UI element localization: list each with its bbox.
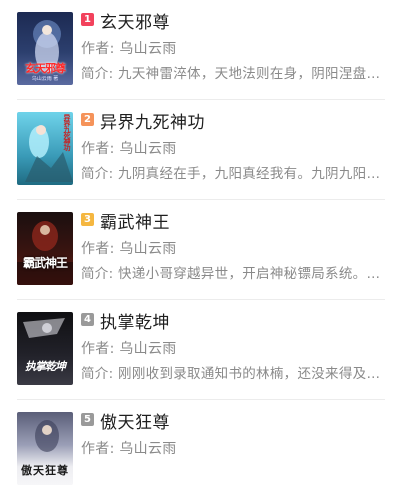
cover-artwork-icon <box>23 318 65 338</box>
rank-badge: 4 <box>81 313 94 326</box>
rank-badge: 5 <box>81 413 94 426</box>
cover-artwork-icon <box>17 221 73 285</box>
book-author: 作者: 乌山云雨 <box>81 441 177 457</box>
book-author: 作者: 乌山云雨 <box>81 341 177 357</box>
book-item-2[interactable]: 异界九死神功 2 异界九死神功 作者: 乌山云雨 简介: 九阴真经在手，九阳真经… <box>0 100 400 200</box>
book-cover[interactable]: 傲天狂尊 <box>17 412 73 485</box>
book-cover[interactable]: 异界九死神功 <box>17 112 73 185</box>
book-ranking-list: 玄天邪尊 乌山云雨 著 1 玄天邪尊 作者: 乌山云雨 简介: 九天神雷淬体，天… <box>0 0 400 500</box>
book-cover[interactable]: 玄天邪尊 乌山云雨 著 <box>17 12 73 85</box>
book-author: 作者: 乌山云雨 <box>81 41 177 57</box>
book-item-3[interactable]: 霸武神王 3 霸武神王 作者: 乌山云雨 简介: 快递小哥穿越异世，开启神秘镖局… <box>0 200 400 300</box>
book-author: 作者: 乌山云雨 <box>81 141 177 157</box>
book-title[interactable]: 霸武神王 <box>100 208 170 233</box>
cover-title: 异界九死神功 <box>63 114 72 150</box>
book-item-1[interactable]: 玄天邪尊 乌山云雨 著 1 玄天邪尊 作者: 乌山云雨 简介: 九天神雷淬体，天… <box>0 0 400 100</box>
book-cover[interactable]: 霸武神王 <box>17 212 73 285</box>
cover-title: 傲天狂尊 <box>21 464 69 477</box>
book-cover[interactable]: 执掌乾坤 <box>17 312 73 385</box>
book-item-4[interactable]: 执掌乾坤 4 执掌乾坤 作者: 乌山云雨 简介: 刚刚收到录取通知书的林楠，还没… <box>0 300 400 400</box>
book-title[interactable]: 执掌乾坤 <box>100 308 170 333</box>
book-summary: 简介: 快递小哥穿越异世，开启神秘镖局系统。… <box>81 266 381 282</box>
rank-badge: 2 <box>81 113 94 126</box>
book-author: 作者: 乌山云雨 <box>81 241 177 257</box>
rank-badge: 3 <box>81 213 94 226</box>
book-item-5[interactable]: 傲天狂尊 5 傲天狂尊 作者: 乌山云雨 <box>0 400 400 500</box>
rank-badge: 1 <box>81 13 94 26</box>
book-title[interactable]: 傲天狂尊 <box>100 408 170 433</box>
cover-author: 乌山云雨 著 <box>31 76 59 82</box>
cover-title: 霸武神王 <box>22 256 68 270</box>
book-summary: 简介: 刚刚收到录取通知书的林楠，还没来得及… <box>81 366 381 382</box>
book-title[interactable]: 异界九死神功 <box>100 108 205 133</box>
cover-title: 玄天邪尊 <box>25 62 66 75</box>
cover-title: 执掌乾坤 <box>25 360 66 373</box>
book-title[interactable]: 玄天邪尊 <box>100 8 170 33</box>
book-summary: 简介: 九阴真经在手，九阳真经我有。九阴九阳… <box>81 166 381 182</box>
book-summary: 简介: 九天神雷淬体，天地法则在身，阴阳涅盘… <box>81 66 381 82</box>
